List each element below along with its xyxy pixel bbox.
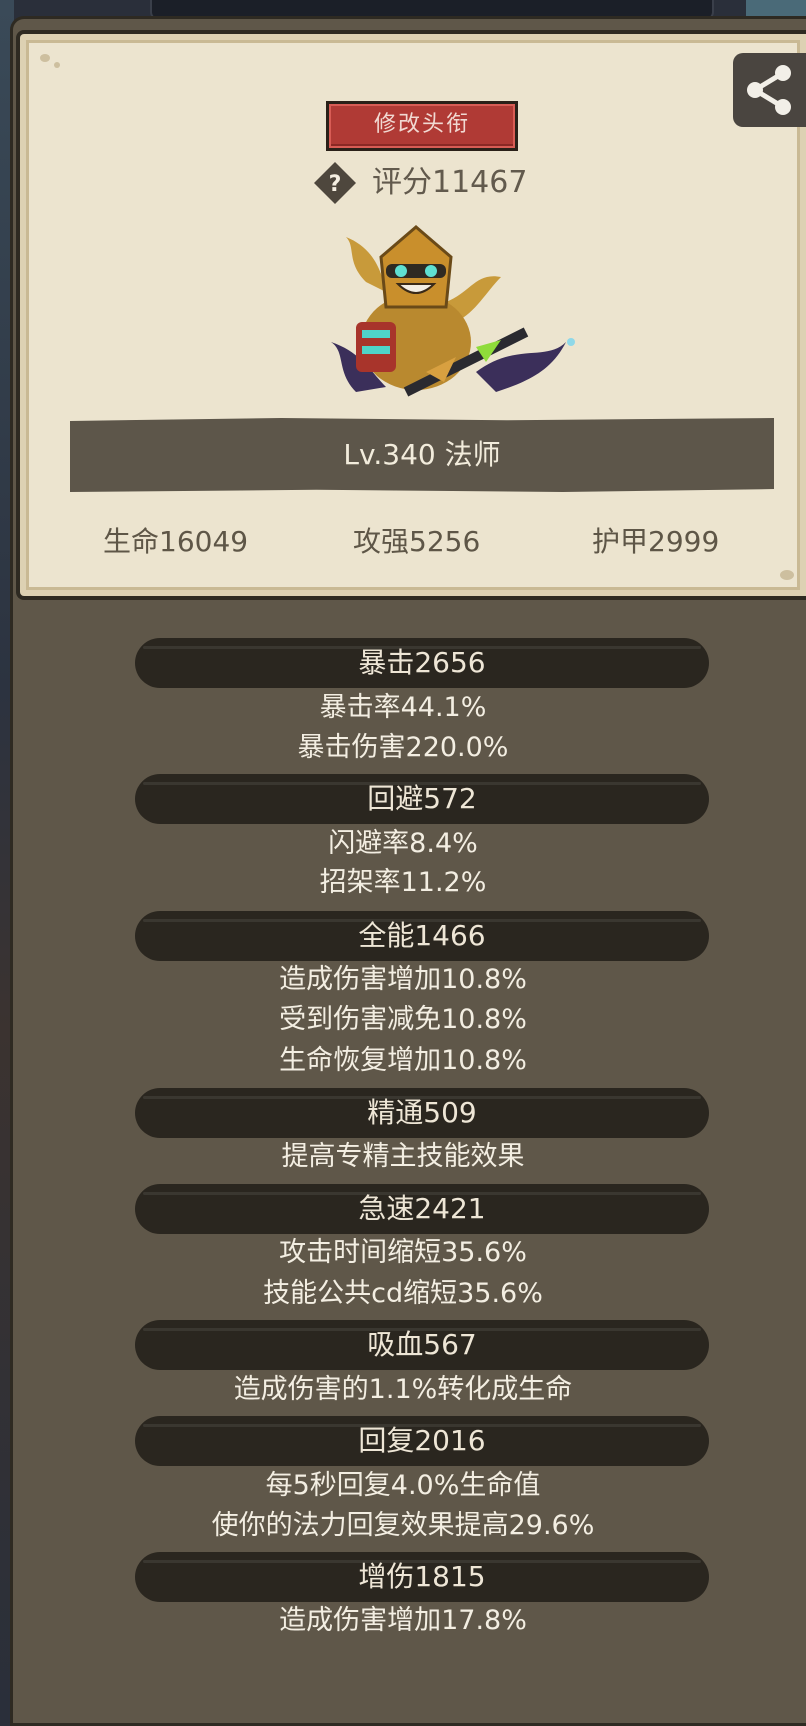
share-button[interactable] xyxy=(733,53,806,127)
stat-line: 招架率11.2% xyxy=(319,867,487,898)
stat-line: 受到伤害减免10.8% xyxy=(279,1004,527,1035)
svg-text:?: ? xyxy=(329,172,342,197)
stat-header-lifesteal: 吸血567 xyxy=(135,1320,709,1370)
paper-speck xyxy=(40,54,50,62)
paper-speck xyxy=(780,570,794,580)
paper-speck xyxy=(54,62,60,68)
stat-header-mastery: 精通509 xyxy=(135,1088,709,1138)
score-text: 评分11467 xyxy=(372,165,528,200)
life-stat: 生命16049 xyxy=(103,525,249,558)
stat-line: 闪避率8.4% xyxy=(328,828,478,859)
hero-portrait xyxy=(331,225,575,397)
attack-stat: 攻强5256 xyxy=(353,525,481,558)
stat-header-damage-bonus: 增伤1815 xyxy=(135,1552,709,1602)
question-icon[interactable]: ? xyxy=(312,160,358,206)
stat-line: 造成伤害的1.1%转化成生命 xyxy=(233,1374,573,1405)
stat-line: 暴击率44.1% xyxy=(319,692,487,723)
stat-line: 使你的法力回复效果提高29.6% xyxy=(211,1510,595,1541)
change-title-button[interactable]: 修改头衔 xyxy=(326,101,518,151)
share-icon xyxy=(747,65,791,115)
stat-header-regen: 回复2016 xyxy=(135,1416,709,1466)
stat-header-dodge: 回避572 xyxy=(135,774,709,824)
stat-header-versatility: 全能1466 xyxy=(135,911,709,961)
stat-line: 造成伤害增加17.8% xyxy=(279,1605,527,1636)
armor-stat: 护甲2999 xyxy=(592,525,720,558)
stat-line: 每5秒回复4.0%生命值 xyxy=(265,1470,541,1501)
stat-line: 攻击时间缩短35.6% xyxy=(279,1237,527,1268)
stat-header-haste: 急速2421 xyxy=(135,1184,709,1234)
stat-header-crit: 暴击2656 xyxy=(135,638,709,688)
stat-line: 造成伤害增加10.8% xyxy=(279,964,527,995)
stat-line: 技能公共cd缩短35.6% xyxy=(263,1278,543,1309)
level-class-bar: Lv.340 法师 xyxy=(70,418,774,492)
stat-line: 提高专精主技能效果 xyxy=(281,1141,525,1172)
stat-line: 暴击伤害220.0% xyxy=(297,732,509,763)
stat-line: 生命恢复增加10.8% xyxy=(279,1045,527,1076)
